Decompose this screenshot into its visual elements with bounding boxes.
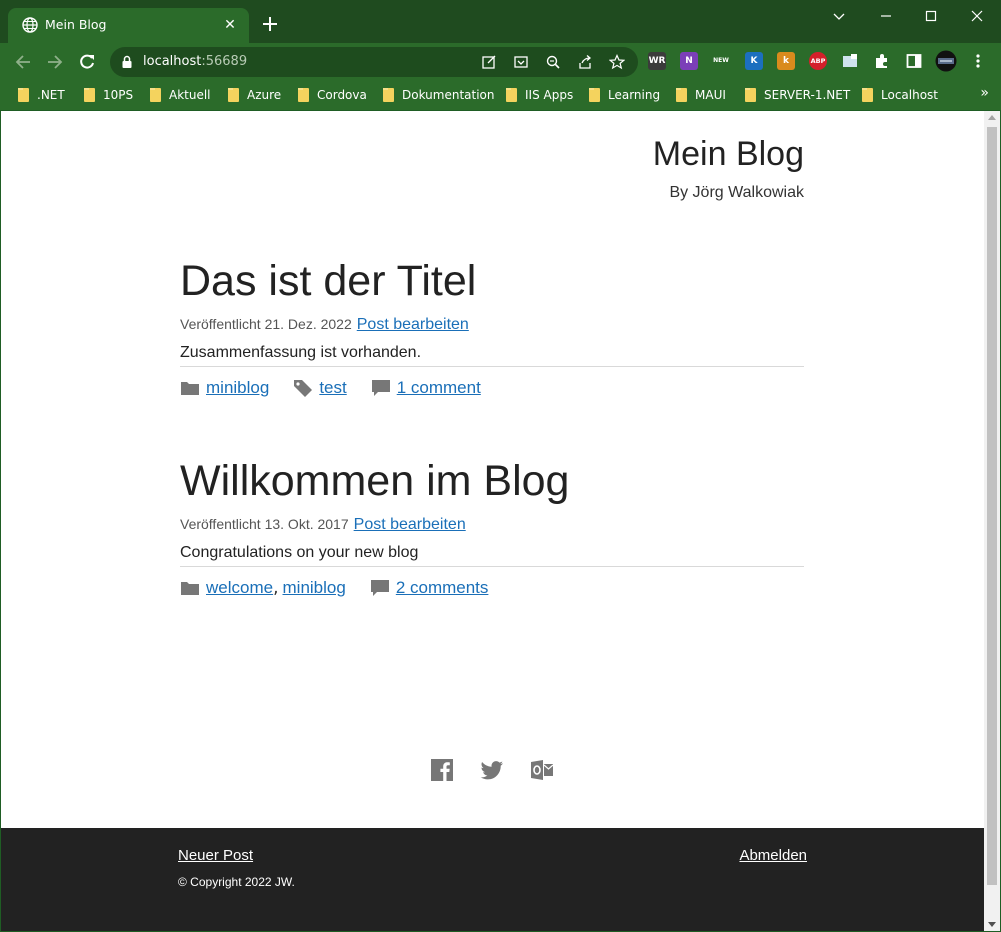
bookmarks-overflow-icon[interactable]: »	[980, 85, 989, 101]
new-post-link[interactable]: Neuer Post	[178, 847, 253, 864]
page-footer: Neuer Post Abmelden © Copyright 2022 JW.	[1, 828, 984, 931]
folder-icon	[589, 88, 600, 102]
extension-k-lower-icon[interactable]: k	[777, 52, 795, 70]
extension-k-icon[interactable]: K	[745, 52, 763, 70]
post-excerpt: Zusammenfassung ist vorhanden.	[180, 344, 422, 361]
tab-title: Mein Blog	[45, 17, 107, 32]
adblock-plus-icon[interactable]: ABP	[809, 52, 827, 70]
post-title[interactable]: Das ist der Titel	[180, 254, 804, 308]
outlook-icon[interactable]	[530, 758, 554, 782]
post-date: Veröffentlicht 21. Dez. 2022	[180, 316, 352, 332]
bookmarks-bar: .NET 10PS Aktuell Azure Cordova Dokument…	[0, 80, 1001, 110]
folder-icon	[745, 88, 756, 102]
bookmark-folder-dotnet[interactable]: .NET	[18, 85, 65, 105]
share-icon[interactable]	[577, 54, 593, 70]
bookmark-folder-maui[interactable]: MAUI	[676, 85, 726, 105]
tab-search-chevron-icon[interactable]	[829, 6, 849, 26]
side-panel-icon[interactable]	[905, 52, 923, 70]
post-divider	[180, 366, 804, 367]
bookmark-folder-localhost[interactable]: Localhost	[862, 85, 938, 105]
folder-icon	[181, 582, 199, 595]
bookmark-star-icon[interactable]	[609, 54, 625, 70]
post-meta: Veröffentlicht 13. Okt. 2017 Post bearbe…	[180, 516, 804, 538]
post-article: Das ist der Titel Veröffentlicht 21. Dez…	[180, 254, 804, 401]
folder-icon	[228, 88, 239, 102]
bookmark-folder-cordova[interactable]: Cordova	[298, 85, 367, 105]
globe-icon	[22, 17, 38, 33]
bookmark-folder-server1[interactable]: SERVER-1.NET	[745, 85, 850, 105]
edit-post-link[interactable]: Post bearbeiten	[354, 516, 466, 534]
extension-cube-icon[interactable]	[841, 52, 859, 70]
edit-post-link[interactable]: Post bearbeiten	[357, 316, 469, 334]
folder-icon	[862, 88, 873, 102]
extension-onenote-icon[interactable]: N	[680, 52, 698, 70]
post-meta: Veröffentlicht 21. Dez. 2022 Post bearbe…	[180, 316, 804, 338]
folder-icon	[383, 88, 394, 102]
tag-link[interactable]: test	[319, 378, 346, 398]
comments-link[interactable]: 2 comments	[396, 578, 489, 598]
zoom-icon[interactable]	[545, 54, 561, 70]
new-tab-icon[interactable]	[260, 14, 280, 34]
comments-link[interactable]: 1 comment	[397, 378, 481, 398]
back-arrow-icon[interactable]	[13, 52, 33, 72]
folder-icon	[676, 88, 687, 102]
maximize-icon[interactable]	[921, 6, 941, 26]
tag-icon	[294, 380, 313, 397]
folder-icon	[298, 88, 309, 102]
post-article: Willkommen im Blog Veröffentlicht 13. Ok…	[180, 454, 804, 601]
facebook-icon[interactable]	[430, 758, 454, 782]
page-viewport: Mein Blog By Jörg Walkowiak Das ist der …	[1, 111, 984, 931]
forward-arrow-icon[interactable]	[45, 52, 65, 72]
folder-icon	[506, 88, 517, 102]
post-footer: miniblog test 1 comment	[180, 375, 804, 401]
post-footer: welcome, miniblog 2 comments	[180, 575, 804, 601]
comment-icon	[370, 580, 389, 596]
close-window-icon[interactable]	[967, 6, 987, 26]
minimize-icon[interactable]	[876, 6, 896, 26]
url-text: localhost:56689	[143, 54, 248, 69]
scrollbar-thumb[interactable]	[987, 127, 997, 885]
bookmark-folder-aktuell[interactable]: Aktuell	[150, 85, 211, 105]
folder-icon	[18, 88, 29, 102]
address-bar[interactable]: localhost:56689	[110, 47, 638, 77]
install-app-icon[interactable]	[513, 54, 529, 70]
site-title[interactable]: Mein Blog	[653, 135, 804, 174]
scroll-down-arrow-icon[interactable]	[988, 922, 996, 927]
folder-icon	[150, 88, 161, 102]
post-title[interactable]: Willkommen im Blog	[180, 454, 804, 508]
extension-wr-icon[interactable]: WR	[648, 52, 666, 70]
close-tab-icon[interactable]: ✕	[221, 16, 239, 34]
category-link[interactable]: miniblog	[206, 378, 269, 398]
bookmark-folder-iis-apps[interactable]: IIS Apps	[506, 85, 573, 105]
comment-icon	[371, 380, 390, 396]
extension-new-icon[interactable]: NEW	[712, 52, 730, 70]
logout-link[interactable]: Abmelden	[739, 847, 807, 864]
bookmark-folder-10ps[interactable]: 10PS	[84, 85, 133, 105]
reload-icon[interactable]	[77, 52, 97, 72]
bookmark-folder-azure[interactable]: Azure	[228, 85, 281, 105]
browser-tab[interactable]: Mein Blog ✕	[8, 8, 249, 43]
post-divider	[180, 566, 804, 567]
profile-avatar-icon[interactable]	[935, 50, 957, 72]
vertical-scrollbar[interactable]	[984, 111, 1000, 931]
bookmark-folder-learning[interactable]: Learning	[589, 85, 660, 105]
extensions-puzzle-icon[interactable]	[873, 52, 891, 70]
scroll-up-arrow-icon[interactable]	[988, 115, 996, 120]
post-date: Veröffentlicht 13. Okt. 2017	[180, 516, 349, 532]
category-link[interactable]: welcome	[206, 578, 273, 598]
browser-toolbar: localhost:56689 WR N NEW K k ABP	[0, 43, 1001, 80]
bookmark-folder-dokumentation[interactable]: Dokumentation	[383, 85, 495, 105]
twitter-icon[interactable]	[480, 758, 504, 782]
copyright-text: © Copyright 2022 JW.	[178, 875, 295, 889]
category-link[interactable]: miniblog	[283, 578, 346, 598]
open-in-app-icon[interactable]	[481, 54, 497, 70]
lock-icon	[122, 55, 132, 68]
post-excerpt: Congratulations on your new blog	[180, 544, 419, 561]
browser-titlebar: Mein Blog ✕	[0, 0, 1001, 43]
folder-icon	[181, 382, 199, 395]
browser-menu-icon[interactable]	[969, 52, 987, 70]
folder-icon	[84, 88, 95, 102]
site-byline: By Jörg Walkowiak	[669, 184, 804, 201]
